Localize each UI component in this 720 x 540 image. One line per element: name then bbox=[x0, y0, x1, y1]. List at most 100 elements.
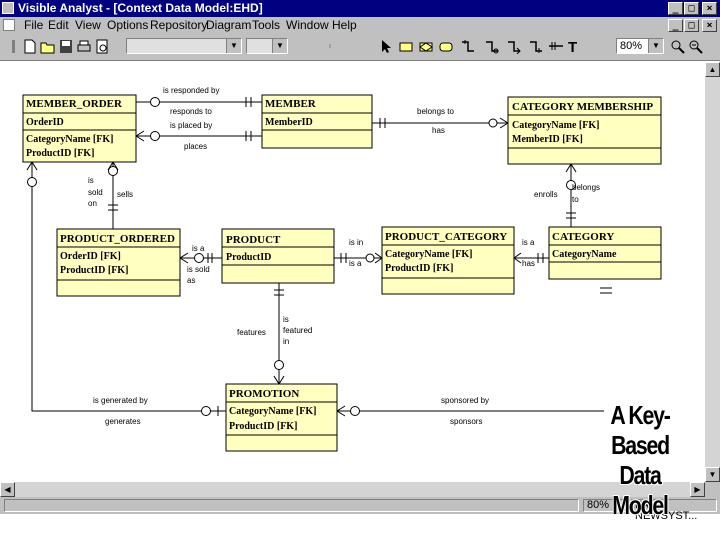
rel-label: belongs to bbox=[417, 107, 454, 116]
rel-label: is responded by bbox=[163, 86, 219, 95]
entity-product-ordered[interactable]: PRODUCT_ORDERED OrderID [FK] ProductID [… bbox=[56, 228, 181, 297]
entity-key: CategoryName [FK] bbox=[385, 249, 472, 260]
grip-icon bbox=[12, 40, 15, 53]
menu-file[interactable]: File bbox=[24, 18, 43, 32]
overlay-caption: A Key-Based Data Model bbox=[591, 400, 689, 520]
relationship-tool-5-icon[interactable] bbox=[548, 39, 564, 54]
menu-options[interactable]: Options bbox=[107, 18, 148, 32]
close-button[interactable]: × bbox=[702, 2, 717, 15]
scroll-down-icon[interactable]: ▼ bbox=[705, 467, 720, 482]
rel-label: as bbox=[187, 276, 195, 285]
rel-label: enrolls bbox=[534, 190, 558, 199]
entity-key: MemberID [FK] bbox=[512, 134, 583, 145]
entity-name: PROMOTION bbox=[229, 388, 299, 400]
entity-key: ProductID [FK] bbox=[60, 265, 128, 276]
relationship-tool-2-icon[interactable] bbox=[484, 39, 500, 54]
relationship-tool-4-icon[interactable] bbox=[528, 39, 544, 54]
relationship-tool-1-icon[interactable] bbox=[460, 39, 476, 54]
entity-key: CategoryName [FK] bbox=[229, 406, 316, 417]
scroll-left-icon[interactable]: ◀ bbox=[0, 482, 15, 497]
menu-help[interactable]: Help bbox=[332, 18, 357, 32]
entity-name: PRODUCT bbox=[226, 234, 281, 246]
menu-repository[interactable]: Repository bbox=[150, 18, 207, 32]
rel-label: sells bbox=[117, 190, 133, 199]
scroll-corner bbox=[705, 482, 720, 497]
doc-close-button[interactable]: × bbox=[702, 19, 717, 32]
rel-label: features bbox=[237, 328, 266, 337]
entity-attr: CategoryName [FK] bbox=[26, 134, 113, 145]
separator-mark-icon bbox=[329, 44, 331, 48]
entity-member-order[interactable]: MEMBER_ORDER OrderID CategoryName [FK] P… bbox=[22, 94, 137, 163]
zoom-in-icon[interactable] bbox=[670, 39, 686, 54]
rel-label: has bbox=[432, 126, 445, 135]
rel-label: on bbox=[88, 199, 97, 208]
font-size-select[interactable]: ▼ bbox=[246, 38, 288, 54]
status-message bbox=[4, 499, 579, 512]
minimize-button[interactable]: _ bbox=[668, 2, 683, 15]
overlay-line-2: Data Model bbox=[612, 460, 669, 520]
chevron-down-icon: ▼ bbox=[648, 39, 663, 53]
rel-label: is bbox=[283, 315, 289, 324]
maximize-button[interactable]: □ bbox=[684, 2, 699, 15]
relationship-tool-3-icon[interactable] bbox=[506, 39, 522, 54]
pointer-tool-icon[interactable] bbox=[378, 39, 394, 54]
zoom-select[interactable]: 80% ▼ bbox=[616, 38, 664, 54]
rel-label: is placed by bbox=[170, 121, 212, 130]
svg-text:T: T bbox=[568, 39, 577, 54]
menu-window[interactable]: Window bbox=[286, 18, 329, 32]
zoom-value: 80% bbox=[620, 40, 643, 52]
doc-restore-button[interactable]: □ bbox=[684, 19, 699, 32]
scroll-right-icon[interactable]: ▶ bbox=[690, 482, 705, 497]
document-icon[interactable] bbox=[3, 19, 15, 31]
menu-view[interactable]: View bbox=[75, 18, 101, 32]
scroll-up-icon[interactable]: ▲ bbox=[705, 62, 720, 77]
menu-tools[interactable]: Tools bbox=[252, 18, 280, 32]
rel-label: to bbox=[572, 195, 579, 204]
save-icon[interactable] bbox=[58, 39, 74, 54]
entity-category-membership[interactable]: CATEGORY MEMBERSHIP CategoryName [FK] Me… bbox=[507, 96, 662, 165]
rel-label: is bbox=[88, 176, 94, 185]
rel-label: belongs bbox=[572, 183, 600, 192]
entity-key: CategoryName bbox=[552, 249, 617, 260]
rel-label: is in bbox=[349, 238, 363, 247]
new-file-icon[interactable] bbox=[22, 39, 38, 54]
entity-name: MEMBER bbox=[265, 98, 317, 110]
vertical-scrollbar[interactable]: ▲ ▼ bbox=[705, 62, 720, 482]
print-icon[interactable] bbox=[76, 39, 92, 54]
entity-member[interactable]: MEMBER MemberID bbox=[261, 94, 373, 149]
entity-name: CATEGORY MEMBERSHIP bbox=[512, 101, 653, 113]
rel-label: is a bbox=[522, 238, 535, 247]
print-preview-icon[interactable] bbox=[94, 39, 110, 54]
entity-product[interactable]: PRODUCT ProductID bbox=[221, 228, 335, 284]
entity-key: CategoryName [FK] bbox=[512, 120, 599, 131]
window-title: Visible Analyst - [Context Data Model:EH… bbox=[18, 1, 263, 15]
doc-minimize-button[interactable]: _ bbox=[668, 19, 683, 32]
menu-edit[interactable]: Edit bbox=[48, 18, 69, 32]
entity-product-category[interactable]: PRODUCT_CATEGORY CategoryName [FK] Produ… bbox=[381, 226, 515, 295]
entity-promotion[interactable]: PROMOTION CategoryName [FK] ProductID [F… bbox=[225, 383, 338, 452]
overlay-line-1: A Key-Based bbox=[610, 400, 671, 460]
rel-label: is sold bbox=[187, 265, 210, 274]
rel-label: sold bbox=[88, 188, 103, 197]
text-tool-icon[interactable]: T bbox=[566, 39, 582, 54]
attributive-entity-tool-icon[interactable] bbox=[438, 39, 454, 54]
open-folder-icon[interactable] bbox=[40, 39, 56, 54]
associative-entity-tool-icon[interactable] bbox=[418, 39, 434, 54]
rel-label: places bbox=[184, 142, 207, 151]
font-select[interactable]: ▼ bbox=[126, 38, 242, 54]
app-icon[interactable] bbox=[2, 2, 14, 14]
toolbar: ▼ ▼ T 80% ▼ bbox=[0, 34, 720, 61]
menu-bar: File Edit View Options Repository Diagra… bbox=[0, 17, 720, 34]
menu-diagram[interactable]: Diagram bbox=[206, 18, 251, 32]
entity-tool-icon[interactable] bbox=[398, 39, 414, 54]
entity-attr: ProductID [FK] bbox=[26, 148, 94, 159]
title-bar: Visible Analyst - [Context Data Model:EH… bbox=[0, 0, 720, 17]
rel-label: sponsors bbox=[450, 417, 482, 426]
rel-label: responds to bbox=[170, 107, 212, 116]
entity-key: ProductID [FK] bbox=[385, 263, 453, 274]
rel-label: featured bbox=[283, 326, 312, 335]
zoom-out-icon[interactable] bbox=[688, 39, 704, 54]
rel-label: is a bbox=[349, 259, 362, 268]
entity-key: ProductID bbox=[226, 252, 271, 263]
entity-category[interactable]: CATEGORY CategoryName bbox=[548, 226, 662, 280]
